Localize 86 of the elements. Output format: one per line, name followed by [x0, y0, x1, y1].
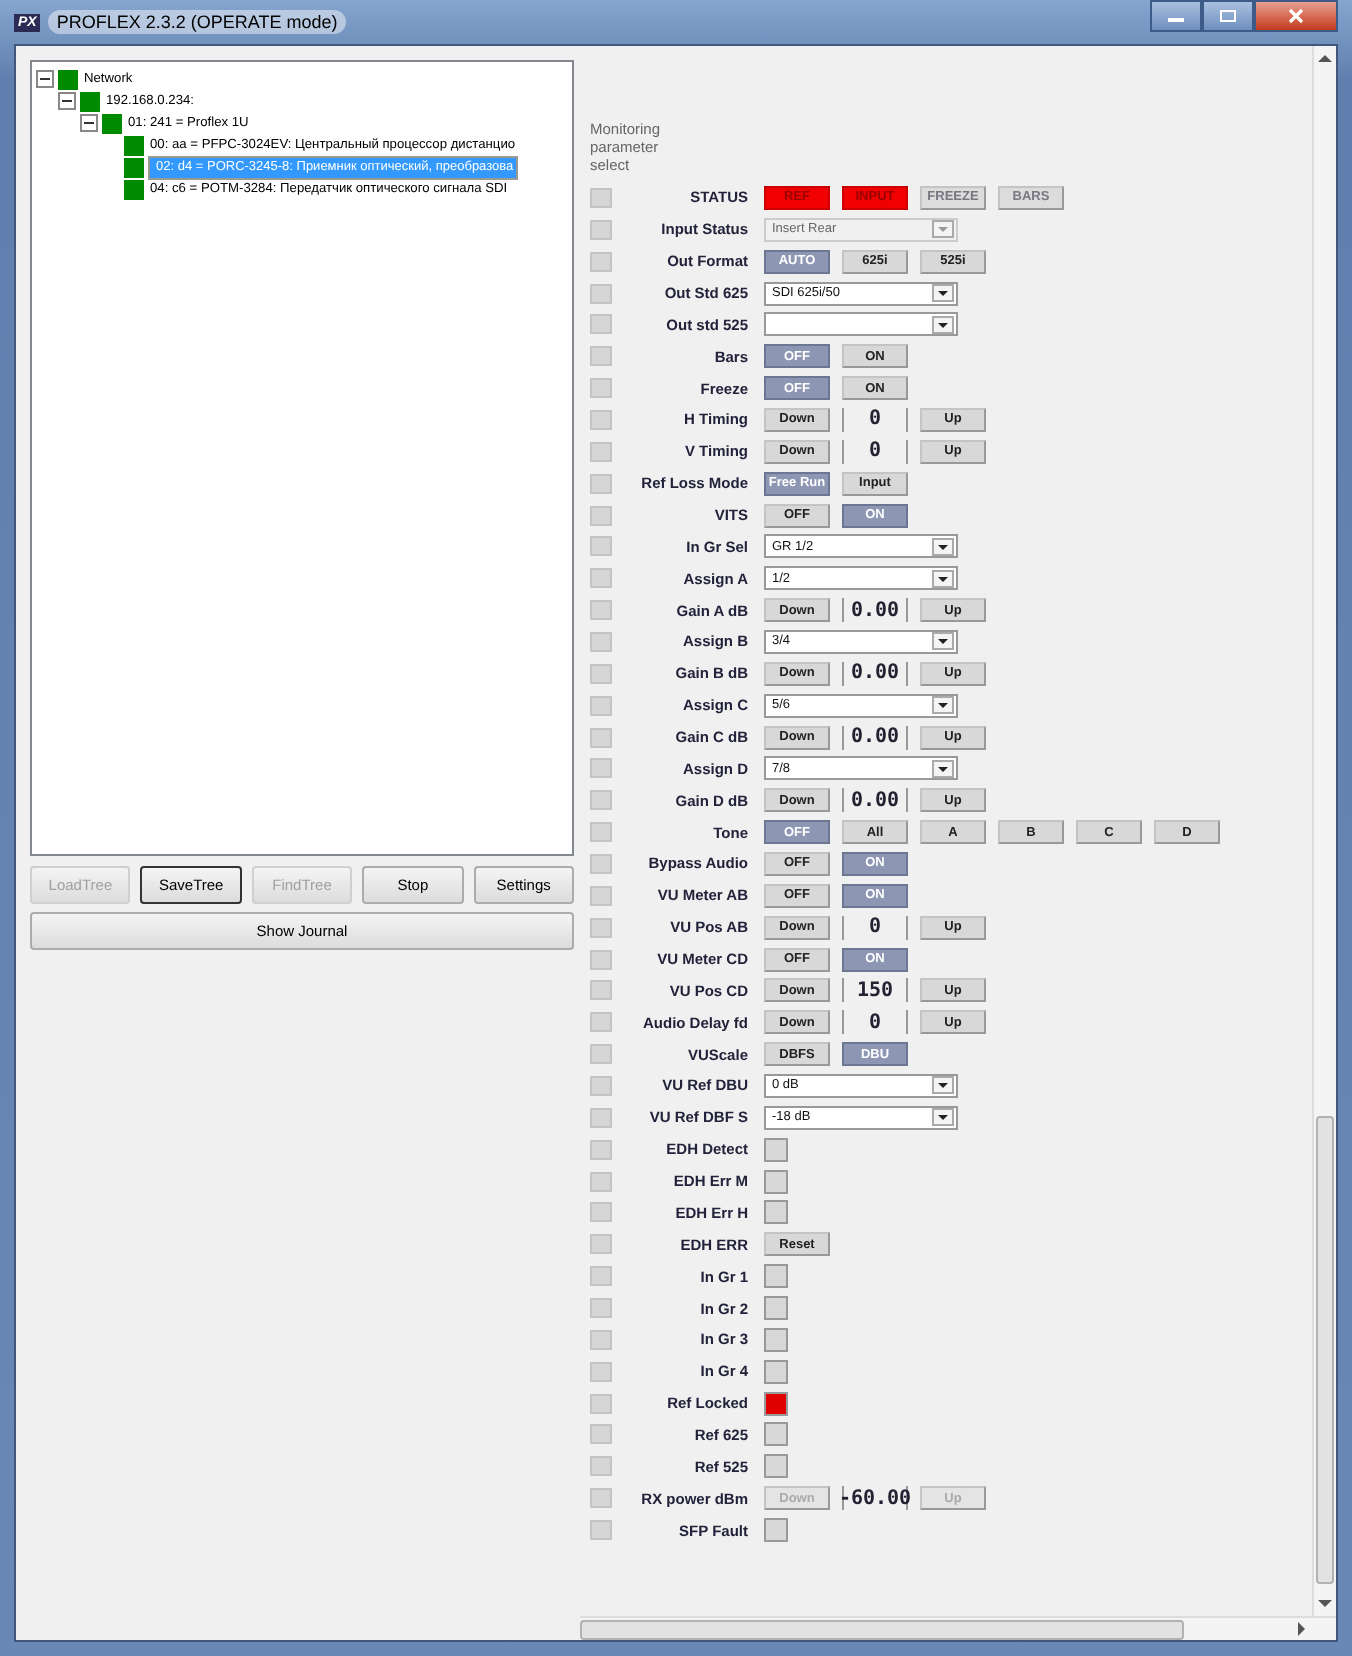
caret-icon: [932, 632, 954, 651]
monitor-select-button[interactable]: [590, 409, 612, 430]
monitor-select-button[interactable]: [590, 600, 612, 621]
node-icon: [124, 179, 144, 199]
node-icon: [124, 135, 144, 155]
value-display: 0.00: [842, 661, 908, 686]
monitor-select-button[interactable]: [590, 1266, 612, 1287]
monitor-select-button[interactable]: [590, 441, 612, 462]
monitor-select-button[interactable]: [590, 631, 612, 652]
monitor-select-button[interactable]: [590, 187, 612, 208]
value-display: -60.00: [842, 1486, 908, 1511]
value-display: 0: [842, 915, 908, 940]
close-button[interactable]: [1254, 0, 1338, 32]
monitor-select-button[interactable]: [590, 505, 612, 526]
value-display: 150: [842, 978, 908, 1003]
scroll-down-icon[interactable]: [1316, 1596, 1334, 1610]
caret-icon: [932, 569, 954, 588]
caret-icon: [932, 759, 954, 778]
window-title: PROFLEX 2.3.2 (OPERATE mode): [48, 10, 346, 34]
monitor-select-button[interactable]: [590, 949, 612, 970]
monitor-select-button[interactable]: [590, 1012, 612, 1033]
caret-icon: [932, 1076, 954, 1095]
monitor-select-button[interactable]: [590, 1075, 612, 1096]
node-icon: [102, 113, 122, 133]
caret-icon: [932, 220, 954, 239]
node-icon: [80, 91, 100, 111]
caret-icon: [932, 696, 954, 715]
monitor-select-button[interactable]: [590, 251, 612, 272]
collapse-icon[interactable]: [58, 92, 76, 110]
node-icon: [58, 69, 78, 89]
monitor-select-button[interactable]: [590, 885, 612, 906]
value-display: 0.00: [842, 788, 908, 813]
monitor-select-button[interactable]: [590, 1139, 612, 1160]
monitor-select-button[interactable]: [590, 917, 612, 938]
monitor-select-button[interactable]: [590, 219, 612, 240]
dropdown-field[interactable]: [764, 312, 958, 337]
vertical-scrollbar[interactable]: [1312, 46, 1336, 1616]
monitor-select-button[interactable]: [590, 346, 612, 367]
monitor-select-button[interactable]: [590, 1234, 612, 1255]
collapse-icon[interactable]: [80, 114, 98, 132]
monitor-select-button[interactable]: [590, 314, 612, 335]
caret-icon: [932, 537, 954, 556]
value-display: 0: [842, 407, 908, 432]
monitor-select-button[interactable]: [590, 1171, 612, 1192]
monitor-select-button[interactable]: [590, 758, 612, 779]
value-display: 0.00: [842, 598, 908, 623]
monitor-select-button[interactable]: [590, 1329, 612, 1350]
monitor-select-button[interactable]: [590, 663, 612, 684]
monitor-select-button[interactable]: [590, 790, 612, 811]
monitor-select-button[interactable]: [590, 1424, 612, 1445]
collapse-icon[interactable]: [36, 70, 54, 88]
scrollbar-thumb[interactable]: [580, 1619, 1184, 1639]
maximize-button[interactable]: [1202, 0, 1254, 32]
node-icon: [124, 157, 144, 177]
maximize-icon: [1218, 8, 1238, 24]
monitor-select-button[interactable]: [590, 536, 612, 557]
scrollbar-thumb[interactable]: [1316, 1116, 1334, 1584]
monitor-select-button[interactable]: [590, 473, 612, 494]
monitor-select-button[interactable]: [590, 1456, 612, 1477]
horizontal-scrollbar[interactable]: [580, 1616, 1336, 1640]
close-icon: [1286, 8, 1306, 24]
caret-icon: [932, 284, 954, 302]
value-display: 0.00: [842, 725, 908, 750]
monitor-select-button[interactable]: [590, 1520, 612, 1541]
value-display: 0: [842, 439, 908, 464]
monitor-select-button[interactable]: [590, 378, 612, 399]
monitor-select-button[interactable]: [590, 980, 612, 1001]
monitor-select-button[interactable]: [590, 1488, 612, 1509]
caret-icon: [932, 315, 954, 334]
caret-icon: [932, 1108, 954, 1127]
monitor-select-button[interactable]: [590, 822, 612, 843]
monitor-select-button[interactable]: [590, 1107, 612, 1128]
monitor-select-button[interactable]: [590, 283, 612, 303]
monitor-select-button[interactable]: [590, 695, 612, 716]
monitor-select-button[interactable]: [590, 1298, 612, 1318]
monitor-select-button[interactable]: [590, 853, 612, 874]
monitor-select-button[interactable]: [590, 1044, 612, 1065]
minimize-button[interactable]: [1150, 0, 1202, 32]
monitor-select-button[interactable]: [590, 727, 612, 748]
monitor-select-button[interactable]: [590, 1393, 612, 1414]
monitor-select-button[interactable]: [590, 568, 612, 589]
monitor-select-button[interactable]: [590, 1361, 612, 1382]
monitor-select-button[interactable]: [590, 1202, 612, 1223]
value-display: 0: [842, 1010, 908, 1035]
scroll-up-icon[interactable]: [1316, 52, 1334, 66]
scroll-right-icon[interactable]: [1294, 1620, 1308, 1638]
